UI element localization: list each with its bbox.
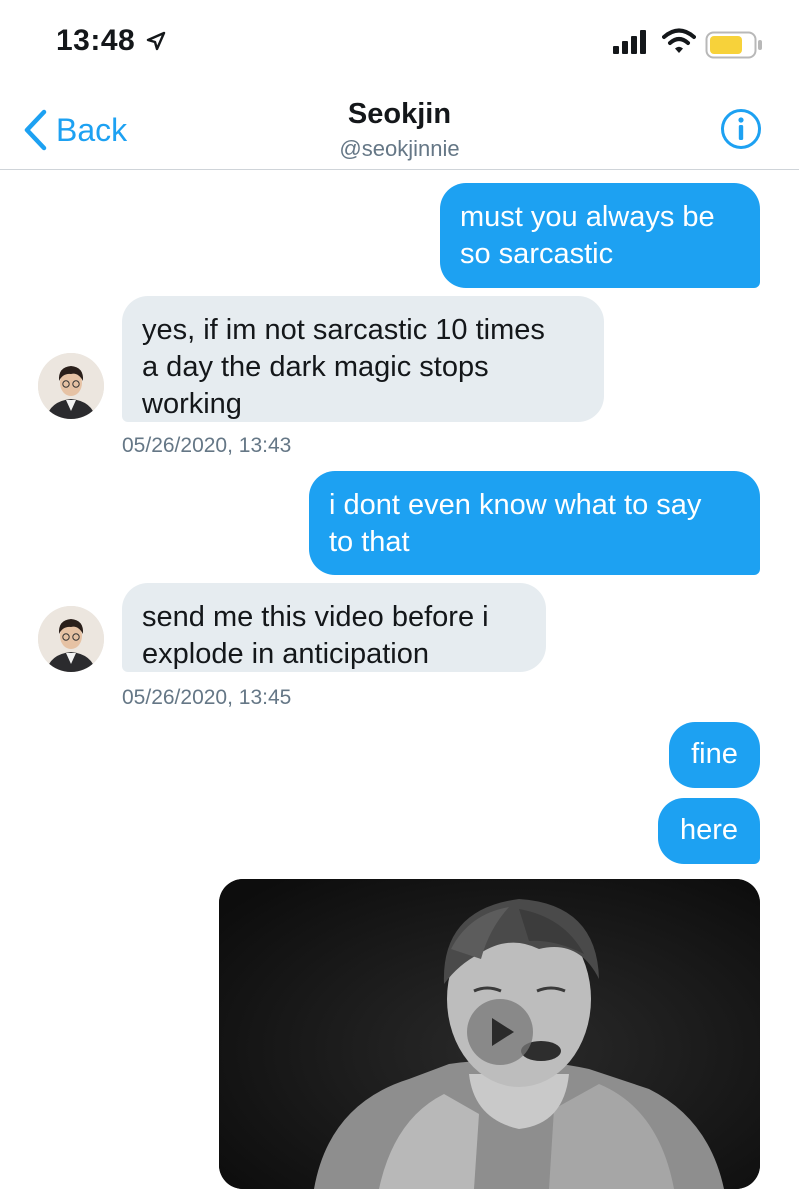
message-bubble-incoming[interactable]: send me this video before i explode in a… [122, 583, 546, 672]
message-timestamp: 05/26/2020, 13:43 [122, 434, 292, 457]
message-bubble-incoming[interactable]: yes, if im not sarcastic 10 times a day … [122, 296, 604, 422]
message-line: must you always be [460, 201, 715, 233]
avatar-image [38, 606, 104, 672]
message-bubble-outgoing[interactable]: fine [669, 722, 760, 788]
location-arrow-icon [146, 31, 166, 51]
info-icon[interactable] [720, 108, 762, 150]
status-bar: 13:48 [0, 0, 799, 90]
avatar[interactable] [38, 353, 104, 419]
message-line: here [679, 814, 739, 846]
avatar[interactable] [38, 606, 104, 672]
contact-handle: @seokjinnie [339, 136, 460, 161]
message-line: working [142, 388, 242, 420]
wifi-icon [662, 28, 696, 53]
message-line: i dont even know what to say [329, 489, 702, 521]
message-bubble-outgoing[interactable]: must you always be so sarcastic [440, 183, 760, 288]
message-bubble-outgoing[interactable]: here [658, 798, 760, 864]
play-icon [492, 1018, 514, 1046]
message-line: a day the dark magic stops [142, 351, 489, 383]
battery-icon [705, 31, 762, 59]
message-line: yes, if im not sarcastic 10 times [142, 314, 545, 346]
message-line: send me this video before i [142, 601, 489, 633]
message-line: fine [691, 738, 738, 770]
conversation-header: Back Seokjin @seokjinnie [0, 90, 799, 170]
message-bubble-outgoing[interactable]: i dont even know what to say to that [309, 471, 760, 575]
contact-name: Seokjin [347, 98, 452, 130]
message-line: explode in anticipation [142, 638, 429, 670]
cellular-signal-icon [613, 30, 646, 54]
message-timestamp: 05/26/2020, 13:45 [122, 686, 292, 709]
status-time: 13:48 [56, 24, 136, 57]
play-button[interactable] [467, 999, 533, 1065]
avatar-image [38, 353, 104, 419]
message-line: to that [329, 526, 410, 558]
message-line: so sarcastic [460, 238, 614, 270]
conversation-title-area: Seokjin @seokjinnie [0, 96, 799, 164]
video-message[interactable] [219, 879, 760, 1189]
